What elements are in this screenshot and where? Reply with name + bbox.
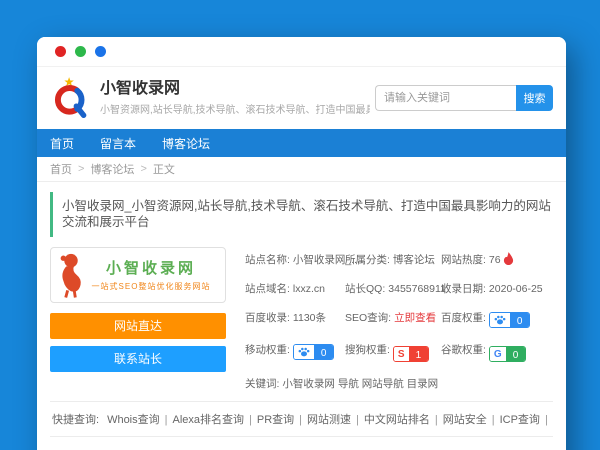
category-field: 所属分类:博客论坛 bbox=[345, 252, 441, 267]
separator: | bbox=[356, 414, 359, 426]
nav-item[interactable]: 留言本 bbox=[100, 135, 136, 152]
breadcrumb-item[interactable]: 首页 bbox=[50, 161, 72, 177]
search-input[interactable] bbox=[375, 85, 516, 111]
seo-query-field: SEO查询:立即查看 bbox=[345, 310, 441, 328]
baidu-weight-badge[interactable]: 0 bbox=[489, 312, 531, 328]
quick-query-link[interactable]: Alexa排名查询 bbox=[172, 414, 244, 426]
window-dot-blue bbox=[95, 46, 106, 57]
field-label: 站点名称: bbox=[245, 254, 290, 266]
nav-item[interactable]: 博客论坛 bbox=[162, 135, 210, 152]
quick-query-label: 快捷查询: bbox=[52, 414, 99, 426]
heat-value: 76 bbox=[489, 254, 501, 266]
mobile-weight-badge[interactable]: 0 bbox=[293, 344, 335, 360]
separator: | bbox=[545, 414, 548, 426]
quick-query-link[interactable]: 网站安全 bbox=[443, 414, 487, 426]
field-label: 收录日期: bbox=[441, 283, 486, 295]
separator: | bbox=[435, 414, 438, 426]
flame-icon bbox=[503, 252, 514, 265]
field-label: 搜狗权重: bbox=[345, 344, 390, 356]
site-name: 小智收录网 bbox=[100, 80, 370, 98]
sogou-weight-field: 搜狗权重:S1 bbox=[345, 342, 441, 363]
window-titlebar bbox=[37, 37, 566, 67]
article-title: 小智收录网_小智资源网,站长导航,技术导航、滚石技术导航、打造中国最具影响力的网… bbox=[50, 192, 553, 237]
sogou-weight-badge[interactable]: S1 bbox=[393, 346, 429, 362]
site-summary-row: 小智收录网 一站式SEO整站优化服务网站 网站直达 联系站长 站点名称:小智收录… bbox=[50, 247, 553, 392]
category-link[interactable]: 博客论坛 bbox=[393, 254, 435, 266]
quick-query-link[interactable]: PR查询 bbox=[257, 414, 294, 426]
baidu-index-value: 1130条 bbox=[293, 312, 326, 324]
field-label: 关键词: bbox=[245, 378, 279, 390]
seo-query-link[interactable]: 立即查看 bbox=[394, 312, 436, 324]
google-icon: G bbox=[490, 347, 506, 361]
quick-query-link[interactable]: Whois查询 bbox=[107, 414, 160, 426]
field-label: 站点域名: bbox=[245, 283, 290, 295]
search-bar: 搜索 bbox=[375, 85, 553, 111]
quick-query-link[interactable]: 中文网站排名 bbox=[364, 414, 430, 426]
field-label: SEO查询: bbox=[345, 312, 391, 324]
visit-site-button[interactable]: 网站直达 bbox=[50, 313, 226, 339]
mascot-icon bbox=[58, 252, 84, 298]
baidu-paw-icon bbox=[294, 345, 314, 359]
search-button[interactable]: 搜索 bbox=[516, 85, 553, 111]
field-label: 百度收录: bbox=[245, 312, 290, 324]
separator: | bbox=[492, 414, 495, 426]
badge-value: 0 bbox=[506, 347, 526, 361]
keywords-value: 小智收录网 导航 网站导航 目录网 bbox=[282, 378, 438, 390]
badge-value: 0 bbox=[510, 313, 530, 327]
baidu-weight-field: 百度权重: 0 bbox=[441, 310, 553, 328]
contact-webmaster-button[interactable]: 联系站长 bbox=[50, 346, 226, 372]
qq-field: 站长QQ:3455768911 bbox=[345, 281, 441, 296]
window-dot-red bbox=[55, 46, 66, 57]
badge-value: 0 bbox=[314, 345, 334, 359]
site-logo-icon[interactable] bbox=[50, 77, 90, 119]
mobile-weight-field: 移动权重: 0 bbox=[245, 342, 345, 363]
separator: | bbox=[249, 414, 252, 426]
main-nav: 首页 留言本 博客论坛 bbox=[37, 129, 566, 157]
separator: > bbox=[78, 163, 84, 175]
separator: | bbox=[299, 414, 302, 426]
field-label: 百度权重: bbox=[441, 312, 486, 324]
baidu-paw-icon bbox=[490, 313, 510, 327]
banner-subtitle: 一站式SEO整站优化服务网站 bbox=[84, 281, 218, 292]
field-label: 站长QQ: bbox=[345, 283, 385, 295]
page-background: 小智收录网 小智资源网,站长导航,技术导航、滚石技术导航、打造中国最具影响力的网… bbox=[0, 0, 600, 450]
baidu-index-field: 百度收录:1130条 bbox=[245, 310, 345, 328]
breadcrumb-item[interactable]: 正文 bbox=[153, 161, 175, 177]
window-dot-green bbox=[75, 46, 86, 57]
field-label: 网站热度: bbox=[441, 254, 486, 266]
quick-query-bar: 快捷查询: Whois查询 | Alexa排名查询 | PR查询 | 网站测速 | 中文网站排名 |… bbox=[50, 401, 553, 437]
main-content: 小智收录网_小智资源网,站长导航,技术导航、滚石技术导航、打造中国最具影响力的网… bbox=[37, 182, 566, 450]
date-field: 收录日期:2020-06-25 bbox=[441, 281, 553, 296]
badge-value: 1 bbox=[409, 347, 429, 361]
site-info-grid: 站点名称:小智收录网_... 所属分类:博客论坛 网站热度:76 站点域名:lx… bbox=[245, 247, 553, 392]
site-title-block: 小智收录网 小智资源网,站长导航,技术导航、滚石技术导航、打造中国最具影响力的网… bbox=[100, 80, 370, 117]
nav-item[interactable]: 首页 bbox=[50, 135, 74, 152]
heat-field: 网站热度:76 bbox=[441, 252, 553, 267]
browser-window: 小智收录网 小智资源网,站长导航,技术导航、滚石技术导航、打造中国最具影响力的网… bbox=[37, 37, 566, 450]
site-name-field: 站点名称:小智收录网_... bbox=[245, 252, 345, 267]
domain-value: lxxz.cn bbox=[293, 283, 325, 295]
banner-title: 小智收录网 bbox=[84, 257, 218, 278]
date-value: 2020-06-25 bbox=[489, 283, 543, 295]
google-weight-field: 谷歌权重:G0 bbox=[441, 342, 553, 363]
sogou-icon: S bbox=[394, 347, 409, 361]
site-header: 小智收录网 小智资源网,站长导航,技术导航、滚石技术导航、打造中国最具影响力的网… bbox=[37, 67, 566, 129]
qq-value: 3455768911 bbox=[388, 283, 446, 295]
separator: | bbox=[165, 414, 168, 426]
site-banner-image[interactable]: 小智收录网 一站式SEO整站优化服务网站 bbox=[50, 247, 226, 303]
site-tagline: 小智资源网,站长导航,技术导航、滚石技术导航、打造中国最具影响力的网站交流和..… bbox=[100, 101, 370, 116]
google-pr-badge[interactable]: G0 bbox=[489, 346, 526, 362]
banner-text: 小智收录网 一站式SEO整站优化服务网站 bbox=[84, 257, 218, 292]
quick-query-link[interactable]: ICP查询 bbox=[500, 414, 540, 426]
field-label: 移动权重: bbox=[245, 344, 290, 356]
domain-field: 站点域名:lxxz.cn bbox=[245, 281, 345, 296]
breadcrumb: 首页 > 博客论坛 > 正文 bbox=[37, 157, 566, 182]
keywords-field: 关键词:小智收录网 导航 网站导航 目录网 bbox=[245, 376, 553, 391]
field-label: 谷歌权重: bbox=[441, 344, 486, 356]
site-preview-column: 小智收录网 一站式SEO整站优化服务网站 网站直达 联系站长 bbox=[50, 247, 226, 392]
quick-query-link[interactable]: 网站测速 bbox=[307, 414, 351, 426]
field-label: 所属分类: bbox=[345, 254, 390, 266]
breadcrumb-item[interactable]: 博客论坛 bbox=[90, 161, 134, 177]
separator: > bbox=[140, 163, 146, 175]
